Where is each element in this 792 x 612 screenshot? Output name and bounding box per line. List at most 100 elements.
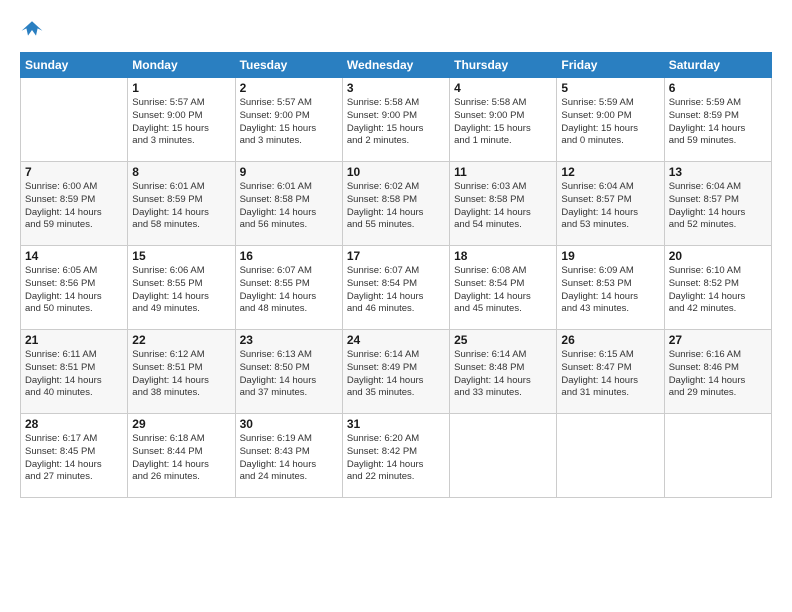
day-number: 31 bbox=[347, 417, 445, 431]
week-row-4: 21 Sunrise: 6:11 AMSunset: 8:51 PMDayligh… bbox=[21, 330, 772, 414]
day-number: 26 bbox=[561, 333, 659, 347]
day-cell: 22Sunrise: 6:12 AMSunset: 8:51 PMDayligh… bbox=[128, 330, 235, 414]
col-header-monday: Monday bbox=[128, 53, 235, 78]
day-cell: 30Sunrise: 6:19 AMSunset: 8:43 PMDayligh… bbox=[235, 414, 342, 498]
day-number: 16 bbox=[240, 249, 338, 263]
day-info: Sunrise: 6:08 AMSunset: 8:54 PMDaylight:… bbox=[454, 265, 552, 316]
col-header-sunday: Sunday bbox=[21, 53, 128, 78]
day-cell: 18 Sunrise: 6:08 AMSunset: 8:54 PMDayligh… bbox=[450, 246, 557, 330]
day-cell bbox=[557, 414, 664, 498]
day-info: Sunrise: 6:16 AMSunset: 8:46 PMDaylight:… bbox=[669, 349, 767, 400]
day-number: 28 bbox=[25, 417, 123, 431]
day-cell bbox=[21, 78, 128, 162]
col-header-tuesday: Tuesday bbox=[235, 53, 342, 78]
day-info: Sunrise: 5:57 AMSunset: 9:00 PMDaylight:… bbox=[132, 97, 230, 148]
header-row: SundayMondayTuesdayWednesdayThursdayFrid… bbox=[21, 53, 772, 78]
day-number: 19 bbox=[561, 249, 659, 263]
day-number: 15 bbox=[132, 249, 230, 263]
day-number: 17 bbox=[347, 249, 445, 263]
day-info: Sunrise: 6:17 AMSunset: 8:45 PMDaylight:… bbox=[25, 433, 123, 484]
col-header-wednesday: Wednesday bbox=[342, 53, 449, 78]
calendar-page: SundayMondayTuesdayWednesdayThursdayFrid… bbox=[0, 0, 792, 508]
col-header-friday: Friday bbox=[557, 53, 664, 78]
day-number: 4 bbox=[454, 81, 552, 95]
day-number: 14 bbox=[25, 249, 123, 263]
day-cell bbox=[450, 414, 557, 498]
day-cell: 31Sunrise: 6:20 AMSunset: 8:42 PMDayligh… bbox=[342, 414, 449, 498]
day-number: 9 bbox=[240, 165, 338, 179]
day-number: 3 bbox=[347, 81, 445, 95]
day-info: Sunrise: 6:07 AMSunset: 8:55 PMDaylight:… bbox=[240, 265, 338, 316]
day-cell: 6Sunrise: 5:59 AMSunset: 8:59 PMDaylight… bbox=[664, 78, 771, 162]
week-row-1: 1 Sunrise: 5:57 AMSunset: 9:00 PMDaylight… bbox=[21, 78, 772, 162]
day-info: Sunrise: 6:04 AMSunset: 8:57 PMDaylight:… bbox=[669, 181, 767, 232]
day-number: 12 bbox=[561, 165, 659, 179]
col-header-thursday: Thursday bbox=[450, 53, 557, 78]
day-info: Sunrise: 6:11 AMSunset: 8:51 PMDaylight:… bbox=[25, 349, 123, 400]
day-number: 20 bbox=[669, 249, 767, 263]
day-info: Sunrise: 6:02 AMSunset: 8:58 PMDaylight:… bbox=[347, 181, 445, 232]
day-cell: 15 Sunrise: 6:06 AMSunset: 8:55 PMDayligh… bbox=[128, 246, 235, 330]
day-cell: 27 Sunrise: 6:16 AMSunset: 8:46 PMDayligh… bbox=[664, 330, 771, 414]
day-info: Sunrise: 6:19 AMSunset: 8:43 PMDaylight:… bbox=[240, 433, 338, 484]
day-number: 1 bbox=[132, 81, 230, 95]
day-number: 22 bbox=[132, 333, 230, 347]
day-cell bbox=[664, 414, 771, 498]
day-cell: 23Sunrise: 6:13 AMSunset: 8:50 PMDayligh… bbox=[235, 330, 342, 414]
day-info: Sunrise: 6:15 AMSunset: 8:47 PMDaylight:… bbox=[561, 349, 659, 400]
day-number: 8 bbox=[132, 165, 230, 179]
day-cell: 3Sunrise: 5:58 AMSunset: 9:00 PMDaylight… bbox=[342, 78, 449, 162]
day-cell: 4 Sunrise: 5:58 AMSunset: 9:00 PMDaylight… bbox=[450, 78, 557, 162]
logo bbox=[20, 18, 48, 42]
day-cell: 12 Sunrise: 6:04 AMSunset: 8:57 PMDayligh… bbox=[557, 162, 664, 246]
day-info: Sunrise: 5:57 AMSunset: 9:00 PMDaylight:… bbox=[240, 97, 338, 148]
day-info: Sunrise: 6:03 AMSunset: 8:58 PMDaylight:… bbox=[454, 181, 552, 232]
day-number: 27 bbox=[669, 333, 767, 347]
day-cell: 17 Sunrise: 6:07 AMSunset: 8:54 PMDayligh… bbox=[342, 246, 449, 330]
day-cell: 14 Sunrise: 6:05 AMSunset: 8:56 PMDayligh… bbox=[21, 246, 128, 330]
day-number: 21 bbox=[25, 333, 123, 347]
day-number: 7 bbox=[25, 165, 123, 179]
day-cell: 21 Sunrise: 6:11 AMSunset: 8:51 PMDayligh… bbox=[21, 330, 128, 414]
day-info: Sunrise: 6:04 AMSunset: 8:57 PMDaylight:… bbox=[561, 181, 659, 232]
day-info: Sunrise: 6:06 AMSunset: 8:55 PMDaylight:… bbox=[132, 265, 230, 316]
day-cell: 13 Sunrise: 6:04 AMSunset: 8:57 PMDayligh… bbox=[664, 162, 771, 246]
day-cell: 5Sunrise: 5:59 AMSunset: 9:00 PMDaylight… bbox=[557, 78, 664, 162]
day-info: Sunrise: 5:58 AMSunset: 9:00 PMDaylight:… bbox=[454, 97, 552, 148]
day-number: 6 bbox=[669, 81, 767, 95]
day-info: Sunrise: 5:59 AMSunset: 9:00 PMDaylight:… bbox=[561, 97, 659, 148]
day-cell: 26 Sunrise: 6:15 AMSunset: 8:47 PMDayligh… bbox=[557, 330, 664, 414]
day-cell: 10 Sunrise: 6:02 AMSunset: 8:58 PMDayligh… bbox=[342, 162, 449, 246]
day-cell: 16 Sunrise: 6:07 AMSunset: 8:55 PMDayligh… bbox=[235, 246, 342, 330]
day-number: 25 bbox=[454, 333, 552, 347]
day-number: 10 bbox=[347, 165, 445, 179]
day-info: Sunrise: 6:01 AMSunset: 8:58 PMDaylight:… bbox=[240, 181, 338, 232]
week-row-2: 7 Sunrise: 6:00 AMSunset: 8:59 PMDaylight… bbox=[21, 162, 772, 246]
day-number: 2 bbox=[240, 81, 338, 95]
day-number: 18 bbox=[454, 249, 552, 263]
header bbox=[20, 18, 772, 42]
day-info: Sunrise: 6:14 AMSunset: 8:48 PMDaylight:… bbox=[454, 349, 552, 400]
day-number: 13 bbox=[669, 165, 767, 179]
day-cell: 2 Sunrise: 5:57 AMSunset: 9:00 PMDaylight… bbox=[235, 78, 342, 162]
week-row-5: 28 Sunrise: 6:17 AMSunset: 8:45 PMDayligh… bbox=[21, 414, 772, 498]
day-info: Sunrise: 6:01 AMSunset: 8:59 PMDaylight:… bbox=[132, 181, 230, 232]
day-info: Sunrise: 6:05 AMSunset: 8:56 PMDaylight:… bbox=[25, 265, 123, 316]
day-info: Sunrise: 6:10 AMSunset: 8:52 PMDaylight:… bbox=[669, 265, 767, 316]
day-info: Sunrise: 6:07 AMSunset: 8:54 PMDaylight:… bbox=[347, 265, 445, 316]
day-cell: 19Sunrise: 6:09 AMSunset: 8:53 PMDayligh… bbox=[557, 246, 664, 330]
day-info: Sunrise: 6:18 AMSunset: 8:44 PMDaylight:… bbox=[132, 433, 230, 484]
day-cell: 9 Sunrise: 6:01 AMSunset: 8:58 PMDaylight… bbox=[235, 162, 342, 246]
day-number: 11 bbox=[454, 165, 552, 179]
day-cell: 11 Sunrise: 6:03 AMSunset: 8:58 PMDayligh… bbox=[450, 162, 557, 246]
day-number: 23 bbox=[240, 333, 338, 347]
calendar-table: SundayMondayTuesdayWednesdayThursdayFrid… bbox=[20, 52, 772, 498]
day-cell: 24Sunrise: 6:14 AMSunset: 8:49 PMDayligh… bbox=[342, 330, 449, 414]
day-cell: 28 Sunrise: 6:17 AMSunset: 8:45 PMDayligh… bbox=[21, 414, 128, 498]
col-header-saturday: Saturday bbox=[664, 53, 771, 78]
logo-icon bbox=[20, 18, 44, 42]
day-info: Sunrise: 6:14 AMSunset: 8:49 PMDaylight:… bbox=[347, 349, 445, 400]
day-info: Sunrise: 6:00 AMSunset: 8:59 PMDaylight:… bbox=[25, 181, 123, 232]
day-cell: 8 Sunrise: 6:01 AMSunset: 8:59 PMDaylight… bbox=[128, 162, 235, 246]
day-cell: 29Sunrise: 6:18 AMSunset: 8:44 PMDayligh… bbox=[128, 414, 235, 498]
